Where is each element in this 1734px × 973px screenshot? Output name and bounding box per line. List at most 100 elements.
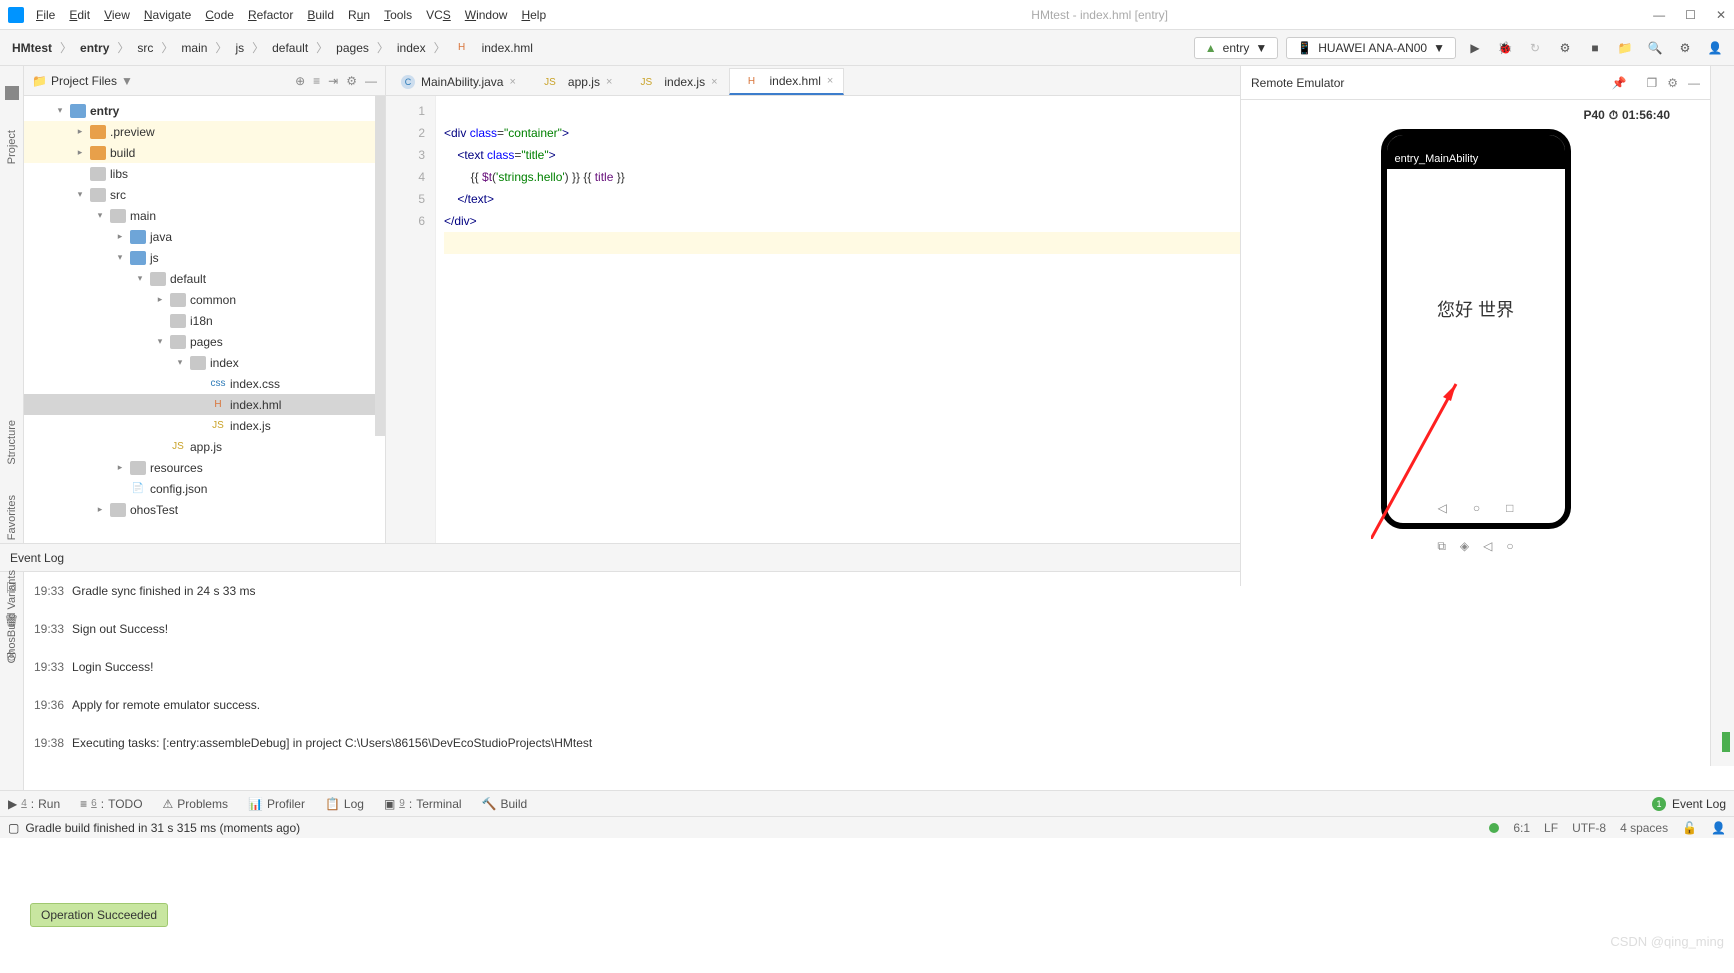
btab-log[interactable]: 📋 Log	[325, 797, 364, 811]
hide-icon[interactable]: —	[365, 74, 377, 88]
btab-eventlog[interactable]: 1Event Log	[1652, 797, 1726, 811]
project-tool-icon[interactable]	[5, 86, 19, 100]
tab-indexhml[interactable]: Hindex.hml×	[729, 68, 845, 95]
tree-appjs[interactable]: JSapp.js	[24, 436, 385, 457]
emu-screenshot-icon[interactable]: ⧉	[1437, 539, 1446, 554]
tree-main[interactable]: ▾main	[24, 205, 385, 226]
indent[interactable]: 4 spaces	[1620, 821, 1668, 835]
btab-run[interactable]: ▶ 4: Run	[8, 797, 60, 811]
tree-entry[interactable]: ▾entry	[24, 100, 385, 121]
lock-icon[interactable]: 🔓	[1682, 821, 1697, 835]
tab-close-icon[interactable]: ×	[509, 76, 515, 88]
btab-terminal[interactable]: ▣ 9: Terminal	[384, 797, 462, 811]
encoding[interactable]: UTF-8	[1572, 821, 1606, 835]
tree-indexjs[interactable]: JSindex.js	[24, 415, 385, 436]
tree-indexhml[interactable]: Hindex.hml	[24, 394, 385, 415]
crumb-file[interactable]: index.hml	[478, 39, 537, 57]
crumb-project[interactable]: HMtest	[8, 39, 56, 57]
tree-common[interactable]: ▸common	[24, 289, 385, 310]
tab-indexjs[interactable]: JSindex.js×	[623, 69, 728, 95]
tree-preview[interactable]: ▸.preview	[24, 121, 385, 142]
tree-indexcss[interactable]: cssindex.css	[24, 373, 385, 394]
gear-icon[interactable]: ⚙	[346, 74, 357, 88]
tree-libs[interactable]: libs	[24, 163, 385, 184]
tree-configjson[interactable]: 📄config.json	[24, 478, 385, 499]
eventlog-scroll-marker[interactable]	[1722, 732, 1730, 752]
tab-appjs[interactable]: JSapp.js×	[527, 69, 623, 95]
menu-edit[interactable]: Edit	[69, 8, 90, 22]
device-dropdown[interactable]: 📱HUAWEI ANA-AN00▼	[1286, 37, 1456, 59]
crumb-module[interactable]: entry	[76, 39, 113, 57]
menu-refactor[interactable]: Refactor	[248, 8, 293, 22]
menu-code[interactable]: Code	[205, 8, 234, 22]
tree-js[interactable]: ▾js	[24, 247, 385, 268]
sidetab-variants[interactable]: OhosBuild Variants	[6, 570, 18, 663]
tree-scrollbar[interactable]	[375, 96, 385, 436]
sidetab-structure[interactable]: Structure	[6, 420, 18, 465]
avatar-icon[interactable]: 👤	[1704, 37, 1726, 59]
btab-todo[interactable]: ≡ 6: TODO	[80, 797, 142, 811]
btab-profiler[interactable]: 📊 Profiler	[248, 797, 305, 811]
tree-default[interactable]: ▾default	[24, 268, 385, 289]
btab-problems[interactable]: ⚠ Problems	[163, 797, 228, 811]
tree-src[interactable]: ▾src	[24, 184, 385, 205]
emulator-window-icon[interactable]: ❐	[1646, 76, 1657, 90]
tree-build[interactable]: ▸build	[24, 142, 385, 163]
folder-icon[interactable]: 📁	[1614, 37, 1636, 59]
project-tree[interactable]: ▾entry ▸.preview ▸build libs ▾src ▾main …	[24, 96, 385, 543]
collapse-icon[interactable]: ⇥	[328, 74, 338, 88]
crumb-src[interactable]: src	[133, 39, 157, 57]
close-icon[interactable]: ✕	[1716, 8, 1726, 22]
run-config-dropdown[interactable]: ▲entry▼	[1194, 37, 1278, 59]
coverage-icon[interactable]: ↻	[1524, 37, 1546, 59]
emu-rotate-icon[interactable]: ◈	[1460, 539, 1469, 554]
minimize-icon[interactable]: —	[1653, 8, 1665, 22]
tree-pages[interactable]: ▾pages	[24, 331, 385, 352]
crumb-default[interactable]: default	[268, 39, 312, 57]
search-icon[interactable]: 🔍	[1644, 37, 1666, 59]
profile-icon[interactable]: ⚙	[1554, 37, 1576, 59]
btab-build[interactable]: 🔨 Build	[482, 797, 528, 811]
emulator-hide-icon[interactable]: —	[1688, 76, 1700, 90]
menu-view[interactable]: View	[104, 8, 130, 22]
menu-vcs[interactable]: VCS	[426, 8, 451, 22]
tree-index-folder[interactable]: ▾index	[24, 352, 385, 373]
menu-build[interactable]: Build	[307, 8, 334, 22]
tree-ohostest[interactable]: ▸ohosTest	[24, 499, 385, 520]
settings-icon[interactable]: ⚙	[1674, 37, 1696, 59]
tab-close-icon[interactable]: ×	[606, 76, 612, 88]
menu-run[interactable]: Run	[348, 8, 370, 22]
pin-icon[interactable]: 📌	[1612, 76, 1627, 90]
crumb-js[interactable]: js	[231, 39, 248, 57]
tab-close-icon[interactable]: ×	[827, 75, 833, 87]
crumb-main[interactable]: main	[177, 39, 211, 57]
crumb-index[interactable]: index	[393, 39, 430, 57]
menu-navigate[interactable]: Navigate	[144, 8, 191, 22]
sidetab-favorites[interactable]: Favorites	[6, 495, 18, 540]
menu-window[interactable]: Window	[465, 8, 508, 22]
stop-icon[interactable]: ■	[1584, 37, 1606, 59]
locate-icon[interactable]: ⊕	[295, 74, 305, 88]
emulator-settings-icon[interactable]: ⚙	[1667, 76, 1678, 90]
emu-home-icon[interactable]: ○	[1506, 539, 1513, 554]
crumb-pages[interactable]: pages	[332, 39, 373, 57]
tree-resources[interactable]: ▸resources	[24, 457, 385, 478]
line-ending[interactable]: LF	[1544, 821, 1558, 835]
debug-icon[interactable]: 🐞	[1494, 37, 1516, 59]
project-view-title[interactable]: Project Files	[51, 74, 117, 88]
expand-icon[interactable]: ≡	[313, 74, 320, 88]
eventlog-content[interactable]: 19:33Gradle sync finished in 24 s 33 ms …	[24, 572, 1734, 790]
sidetab-project[interactable]: Project	[6, 130, 18, 164]
tab-mainability[interactable]: CMainAbility.java×	[390, 69, 527, 95]
emu-back-icon[interactable]: ◁	[1483, 539, 1492, 554]
menu-help[interactable]: Help	[521, 8, 546, 22]
inspector-icon[interactable]: 👤	[1711, 821, 1726, 835]
tab-close-icon[interactable]: ×	[711, 76, 717, 88]
caret-position[interactable]: 6:1	[1513, 821, 1530, 835]
menu-tools[interactable]: Tools	[384, 8, 412, 22]
status-square-icon[interactable]: ▢	[8, 821, 19, 835]
tree-java[interactable]: ▸java	[24, 226, 385, 247]
run-icon[interactable]: ▶	[1464, 37, 1486, 59]
maximize-icon[interactable]: ☐	[1685, 8, 1696, 22]
menu-file[interactable]: File	[36, 8, 55, 22]
